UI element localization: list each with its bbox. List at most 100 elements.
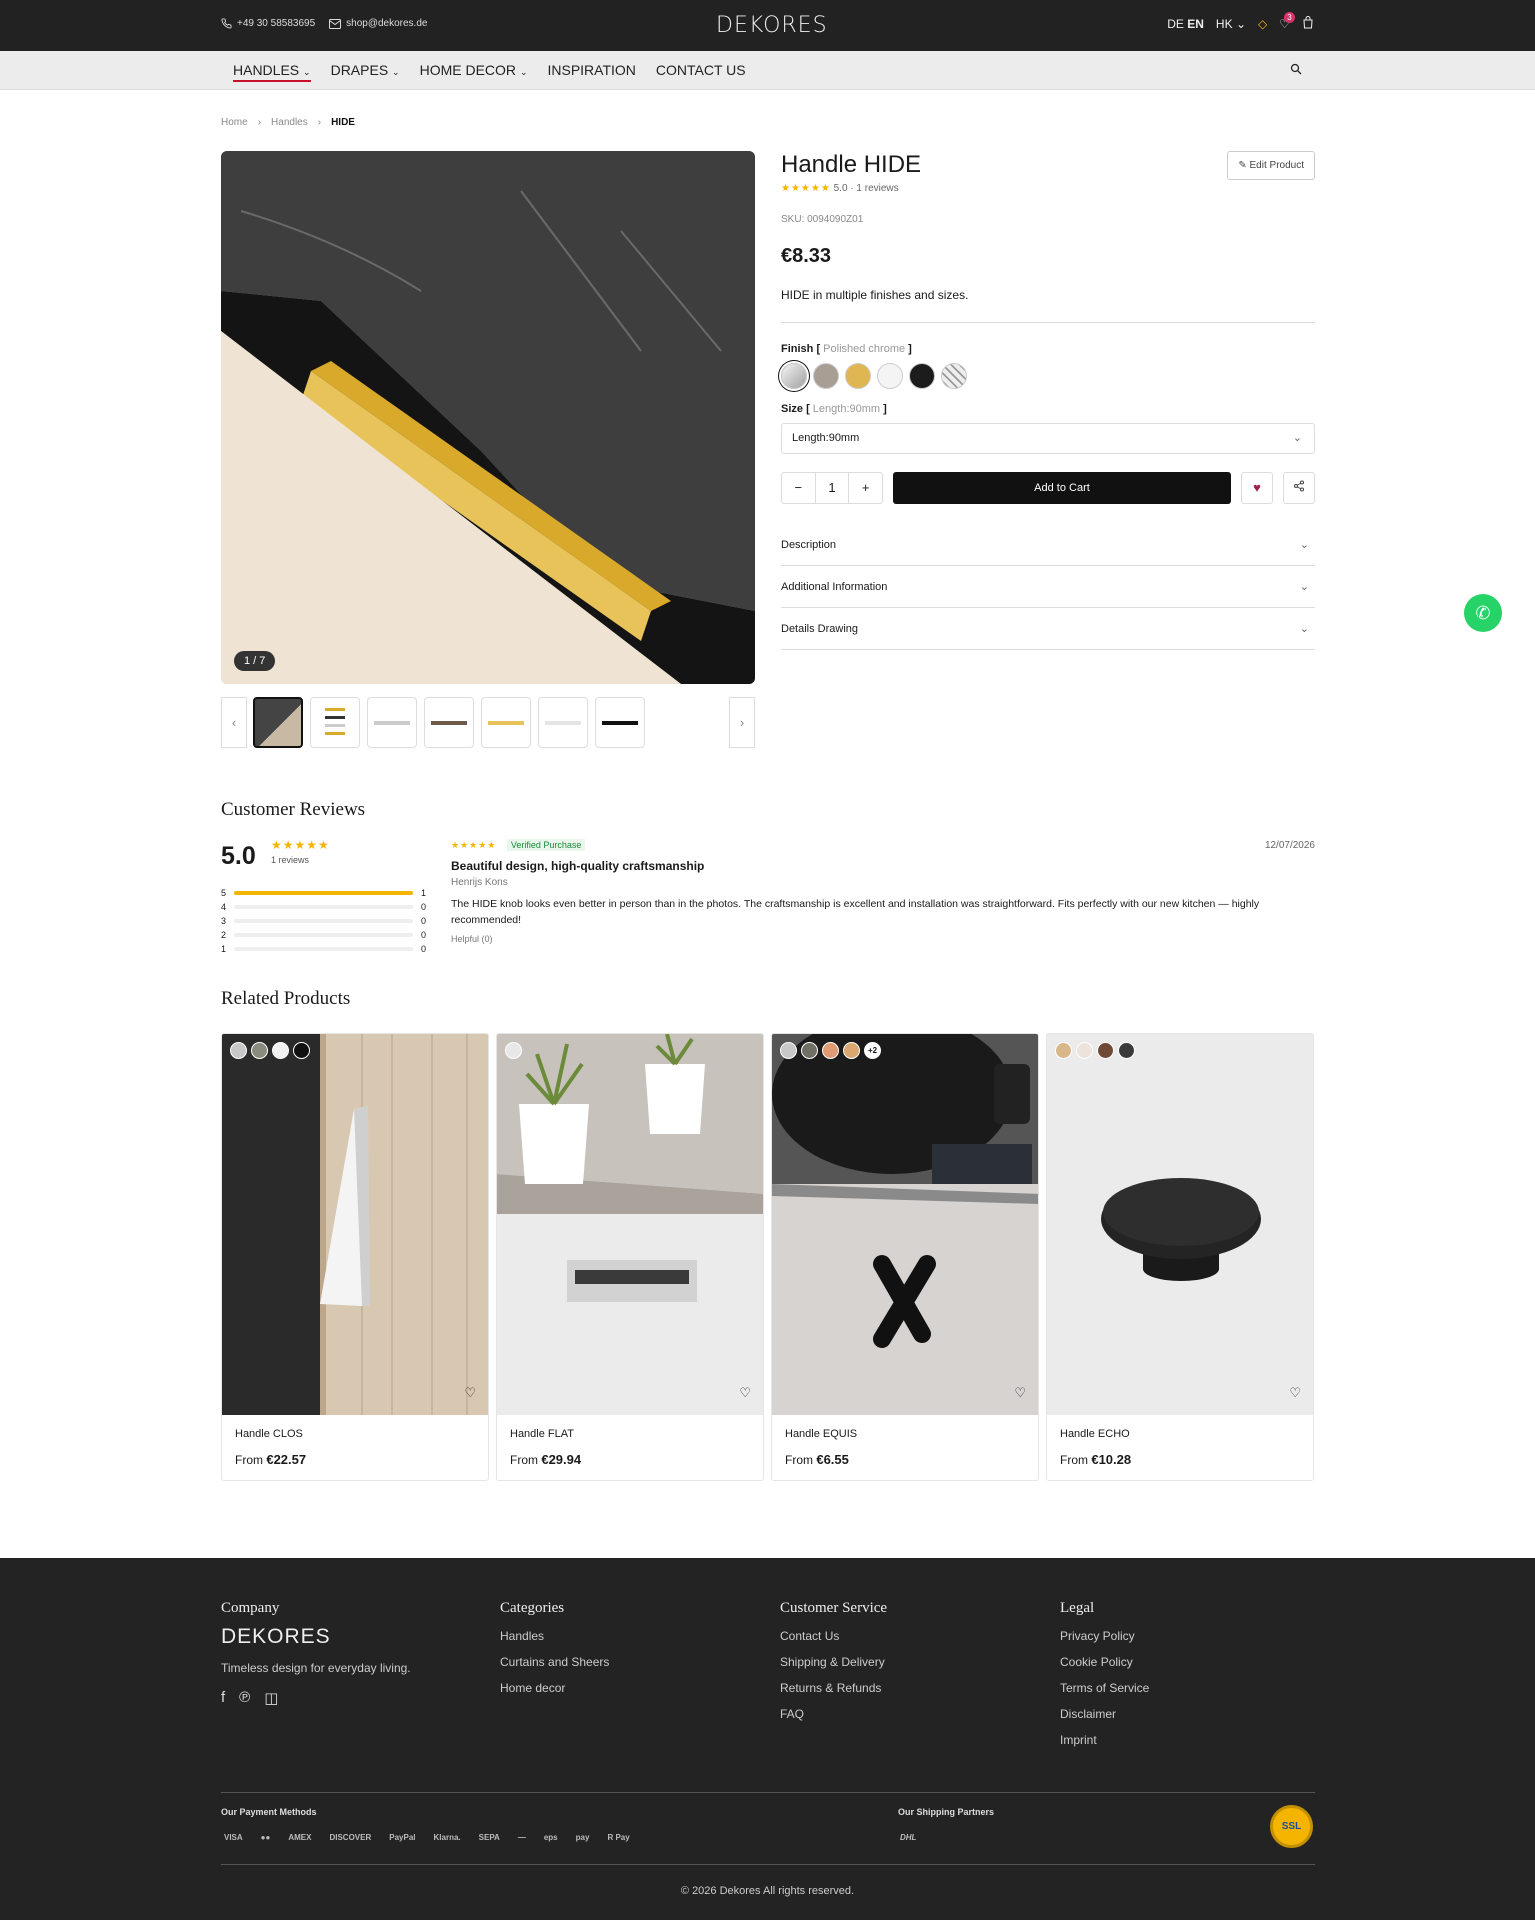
diamond-icon[interactable]: ◇ (1258, 17, 1267, 31)
breadcrumb-home[interactable]: Home (221, 117, 248, 128)
color-swatch[interactable] (1118, 1042, 1135, 1059)
heart-icon[interactable]: ♡ (464, 1385, 476, 1401)
thumbnail[interactable] (481, 697, 531, 748)
footer-logo[interactable]: DEKORES (221, 1625, 411, 1649)
email-link[interactable]: shop@dekores.de (329, 18, 427, 29)
finish-swatch[interactable] (813, 363, 839, 389)
accordion-additional-information[interactable]: Additional Information ⌄ (781, 566, 1315, 608)
thumbnail[interactable] (253, 697, 303, 748)
size-select[interactable]: Length:90mm ⌄ (781, 423, 1315, 454)
finish-swatch[interactable] (845, 363, 871, 389)
footer-link[interactable]: Handles (500, 1629, 609, 1643)
nav-item-drapes[interactable]: DRAPES ⌄ (331, 62, 400, 82)
footer-link[interactable]: Cookie Policy (1060, 1655, 1149, 1669)
currency-selector[interactable]: HK ⌄ (1216, 17, 1246, 31)
more-swatches-badge[interactable]: +2 (864, 1042, 881, 1059)
nav-item-home-decor[interactable]: HOME DECOR ⌄ (420, 62, 528, 82)
color-swatch[interactable] (1097, 1042, 1114, 1059)
heart-icon[interactable]: ♡ (1014, 1385, 1026, 1401)
review-date: 12/07/2026 (1264, 840, 1315, 851)
top-actions: DE EN HK ⌄ ◇ ♡ 3 (1167, 12, 1314, 32)
color-swatch[interactable] (801, 1042, 818, 1059)
color-swatch[interactable] (230, 1042, 247, 1059)
instagram-icon[interactable]: ◫ (264, 1689, 278, 1707)
thumbnail[interactable] (367, 697, 417, 748)
color-swatch[interactable] (780, 1042, 797, 1059)
product-name: Handle FLAT (510, 1428, 574, 1440)
facebook-icon[interactable]: f (221, 1689, 225, 1707)
breadcrumb-handles[interactable]: Handles (271, 117, 308, 128)
footer-link[interactable]: FAQ (780, 1707, 887, 1721)
nav-item-handles[interactable]: HANDLES ⌄ (233, 62, 311, 82)
reviews-link[interactable]: 1 reviews (856, 183, 898, 194)
product-rating: ★★★★★ 5.0 · 1 reviews (781, 183, 899, 194)
chevron-right-icon: › (257, 117, 262, 128)
quantity-input[interactable]: 1 (814, 473, 850, 503)
finish-swatch[interactable] (781, 363, 807, 389)
color-swatch[interactable] (251, 1042, 268, 1059)
related-product-card[interactable]: ♡ Handle CLOS From €22.57 (221, 1033, 489, 1481)
color-swatch[interactable] (822, 1042, 839, 1059)
product-main-image[interactable]: 1 / 7 (221, 151, 755, 684)
color-swatch[interactable] (293, 1042, 310, 1059)
color-swatch[interactable] (505, 1042, 522, 1059)
finish-swatch[interactable] (909, 363, 935, 389)
rating-count: 0 (420, 916, 426, 926)
footer-link[interactable]: Disclaimer (1060, 1707, 1149, 1721)
whatsapp-chat-button[interactable]: ✆ (1464, 594, 1502, 632)
add-to-cart-row: − 1 + Add to Cart ♥ (781, 472, 1315, 504)
accordion-description[interactable]: Description ⌄ (781, 524, 1315, 566)
related-product-card[interactable]: ♡ Handle FLAT From €29.94 (496, 1033, 764, 1481)
cart-icon[interactable] (1302, 16, 1314, 32)
product-price: From €6.55 (785, 1452, 849, 1467)
rating-bar-track (234, 919, 413, 923)
lang-en[interactable]: EN (1187, 17, 1204, 31)
thumbnail[interactable] (424, 697, 474, 748)
minus-button[interactable]: − (782, 473, 815, 503)
nav-item-contact-us[interactable]: CONTACT US (656, 62, 746, 82)
heart-icon[interactable]: ♡ (1289, 1385, 1301, 1401)
thumbnail[interactable] (310, 697, 360, 748)
language-switcher[interactable]: DE EN (1167, 17, 1204, 31)
logo[interactable]: DEKORES (716, 13, 828, 38)
share-button[interactable] (1283, 472, 1315, 504)
rating-star-label: 3 (221, 916, 227, 926)
footer-link[interactable]: Shipping & Delivery (780, 1655, 887, 1669)
accordion-details-drawing[interactable]: Details Drawing ⌄ (781, 608, 1315, 650)
finish-swatch[interactable] (877, 363, 903, 389)
footer-link[interactable]: Returns & Refunds (780, 1681, 887, 1695)
thumbs-prev-button[interactable]: ‹ (221, 697, 247, 748)
helpful-button[interactable]: Helpful (0) (451, 934, 1315, 944)
product-image (222, 1034, 488, 1415)
footer-link[interactable]: Imprint (1060, 1733, 1149, 1747)
wishlist-button[interactable]: ♡ 3 (1279, 12, 1295, 31)
search-icon[interactable] (1290, 63, 1302, 75)
footer-link[interactable]: Curtains and Sheers (500, 1655, 609, 1669)
finish-label: Finish [ Polished chrome ] (781, 343, 912, 355)
edit-product-button[interactable]: ✎ Edit Product (1227, 151, 1315, 180)
footer-company: Company DEKORES Timeless design for ever… (221, 1600, 411, 1707)
thumbs-next-button[interactable]: › (729, 697, 755, 748)
lang-de[interactable]: DE (1167, 17, 1184, 31)
color-swatch[interactable] (843, 1042, 860, 1059)
color-swatch[interactable] (1055, 1042, 1072, 1059)
pinterest-icon[interactable]: ℗ (239, 1689, 250, 1707)
reviews-summary: ★★★★★ 1 reviews (271, 838, 330, 865)
color-swatch[interactable] (272, 1042, 289, 1059)
nav-item-inspiration[interactable]: INSPIRATION (547, 62, 635, 82)
footer-link[interactable]: Contact Us (780, 1629, 887, 1643)
wishlist-button[interactable]: ♥ (1241, 472, 1273, 504)
footer-link[interactable]: Terms of Service (1060, 1681, 1149, 1695)
related-product-card[interactable]: +2 ♡ Handle EQUIS From €6.55 (771, 1033, 1039, 1481)
color-swatch[interactable] (1076, 1042, 1093, 1059)
heart-icon[interactable]: ♡ (739, 1385, 751, 1401)
thumbnail[interactable] (538, 697, 588, 748)
add-to-cart-button[interactable]: Add to Cart (893, 472, 1231, 504)
phone-link[interactable]: +49 30 58583695 (221, 18, 315, 29)
footer-link[interactable]: Privacy Policy (1060, 1629, 1149, 1643)
footer-link[interactable]: Home decor (500, 1681, 609, 1695)
related-product-card[interactable]: ♡ Handle ECHO From €10.28 (1046, 1033, 1314, 1481)
thumbnail[interactable] (595, 697, 645, 748)
plus-button[interactable]: + (849, 473, 882, 503)
finish-swatch[interactable] (941, 363, 967, 389)
